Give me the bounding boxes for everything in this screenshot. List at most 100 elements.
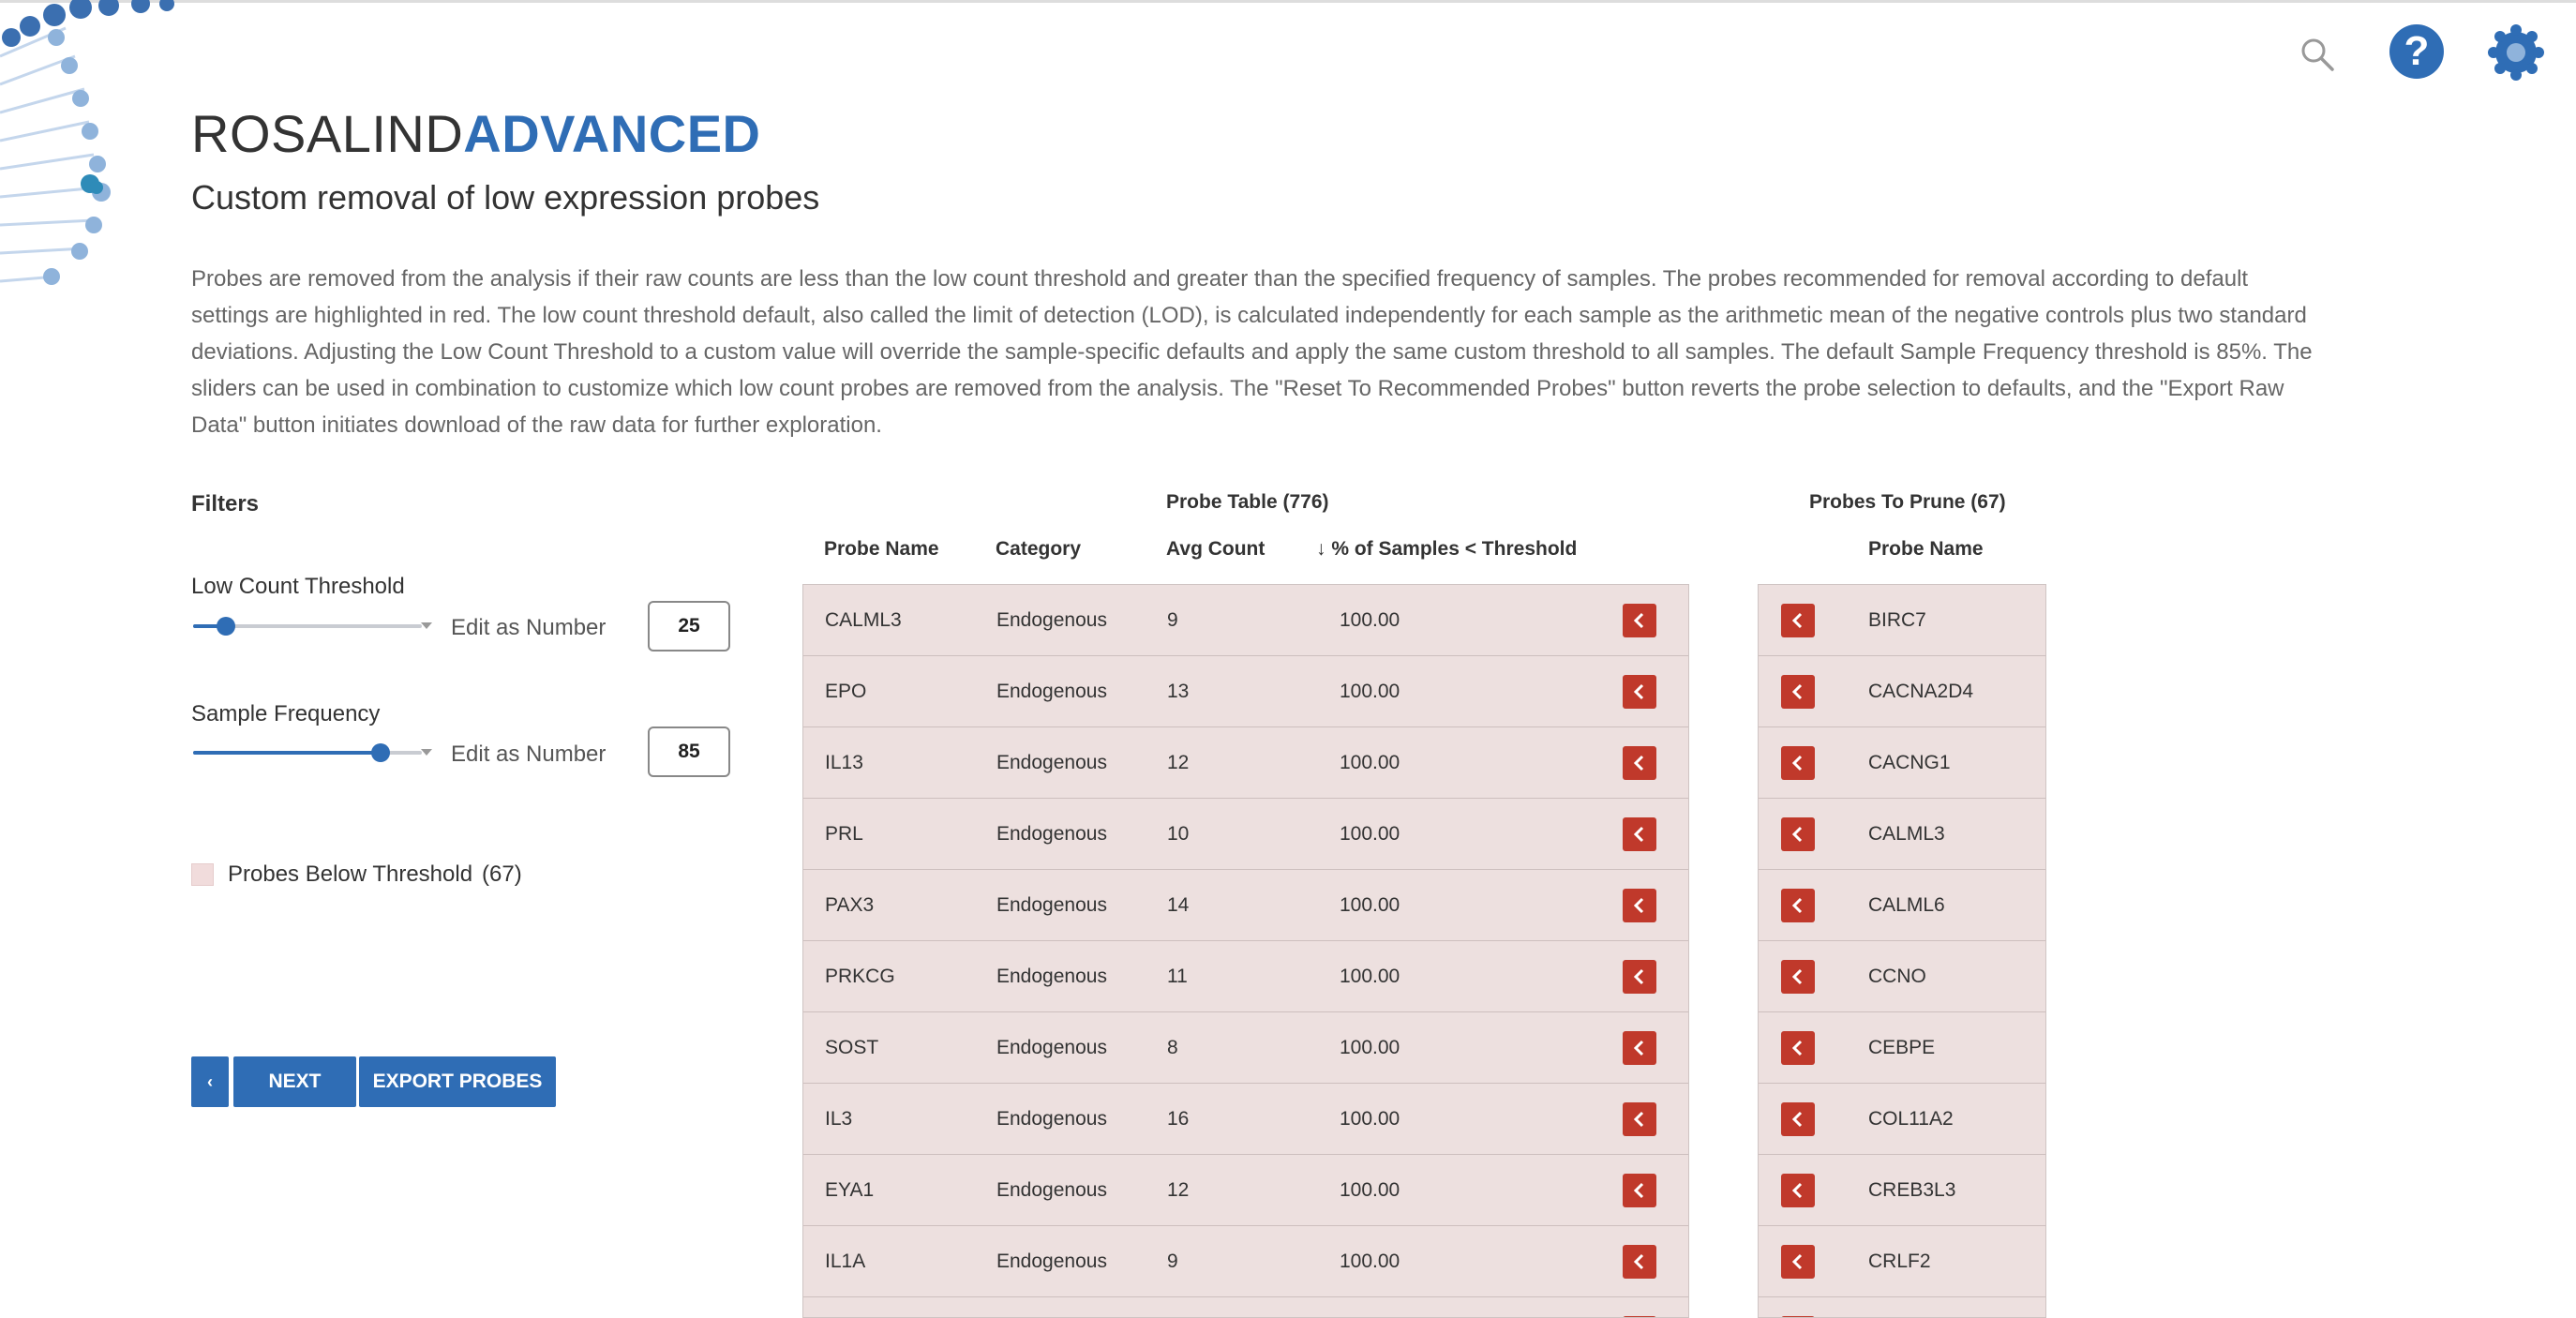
help-icon[interactable]: ? (2389, 24, 2444, 79)
table-row (803, 1297, 1688, 1317)
remove-from-prune-button[interactable] (1781, 1174, 1815, 1207)
export-probes-button[interactable]: EXPORT PROBES (359, 1056, 556, 1107)
probe-table: CALML3 Endogenous 9 100.00 EPO Endogenous 13 10… (802, 584, 1689, 1318)
table-row: IL13 Endogenous 12 100.00 (803, 727, 1688, 799)
prune-list-item: CALML3 (1759, 799, 2045, 870)
chevron-left-icon (1633, 897, 1646, 914)
chevron-left-icon (1791, 1111, 1805, 1128)
chevron-left-icon (1791, 755, 1805, 771)
top-border (0, 0, 2576, 5)
prune-list-item: CCNO (1759, 941, 2045, 1012)
prune-table: BIRC7 CACNA2D4 CACNG1 CALML3 CALML6 CCNO CEBPE… (1758, 584, 2046, 1318)
remove-from-prune-button[interactable] (1781, 1245, 1815, 1279)
slider-thumb[interactable] (217, 617, 236, 636)
legend-count: (67) (482, 861, 522, 887)
table-row: EPO Endogenous 13 100.00 (803, 656, 1688, 727)
remove-from-prune-button[interactable] (1781, 675, 1815, 709)
legend-text: Probes Below Threshold (228, 861, 473, 887)
table-row: CALML3 Endogenous 9 100.00 (803, 585, 1688, 656)
slider-thumb[interactable] (370, 743, 390, 762)
column-header-avg-count[interactable]: Avg Count (1166, 538, 1265, 561)
column-header-category[interactable]: Category (996, 538, 1081, 561)
category-cell: Endogenous (996, 752, 1107, 773)
chevron-left-icon (1633, 683, 1646, 700)
move-to-prune-button[interactable] (1623, 675, 1656, 709)
avg-count-cell: 12 (1167, 752, 1190, 773)
avg-count-cell: 9 (1167, 1251, 1178, 1272)
probe-name-cell: IL3 (825, 1108, 853, 1130)
avg-count-cell: 9 (1167, 609, 1178, 631)
remove-from-prune-button[interactable] (1781, 1031, 1815, 1065)
chevron-left-icon (1791, 1253, 1805, 1270)
move-to-prune-button[interactable] (1623, 1174, 1656, 1207)
gear-icon[interactable] (2488, 24, 2544, 81)
probe-name-cell: PAX3 (825, 894, 875, 916)
remove-from-prune-button[interactable] (1781, 960, 1815, 994)
back-button[interactable]: ‹ (191, 1056, 229, 1107)
chevron-left-icon (1633, 826, 1646, 843)
probe-name-cell: PRL (825, 823, 863, 845)
prune-probe-name: CALML6 (1868, 894, 1945, 916)
page-subtitle: Custom removal of low expression probes (191, 178, 820, 217)
move-to-prune-button[interactable] (1623, 604, 1656, 637)
next-button[interactable]: NEXT (233, 1056, 356, 1107)
probe-name-cell: EPO (825, 681, 867, 702)
avg-count-cell: 13 (1167, 681, 1190, 702)
percent-cell: 100.00 (1340, 681, 1400, 702)
move-to-prune-button[interactable] (1623, 889, 1656, 922)
category-cell: Endogenous (996, 1108, 1107, 1130)
move-to-prune-button[interactable] (1623, 817, 1656, 851)
filters-title: Filters (191, 491, 260, 517)
sample-frequency-edit-label: Edit as Number (451, 741, 607, 767)
remove-from-prune-button[interactable] (1781, 1102, 1815, 1136)
remove-from-prune-button[interactable] (1781, 604, 1815, 637)
avg-count-cell: 8 (1167, 1037, 1178, 1058)
avg-count-cell: 10 (1167, 823, 1190, 845)
percent-cell: 100.00 (1340, 752, 1400, 773)
remove-from-prune-button[interactable] (1781, 889, 1815, 922)
category-cell: Endogenous (996, 1179, 1107, 1201)
app-brand: ROSALINDADVANCED (191, 103, 761, 164)
move-to-prune-button[interactable] (1623, 960, 1656, 994)
category-cell: Endogenous (996, 1037, 1107, 1058)
prune-probe-name: COL11A2 (1868, 1108, 1954, 1130)
sample-frequency-input[interactable]: 85 (648, 726, 730, 777)
column-header-probe-name[interactable]: Probe Name (824, 538, 939, 561)
probe-name-cell: CALML3 (825, 609, 902, 631)
chevron-left-icon (1791, 826, 1805, 843)
sample-frequency-slider[interactable] (193, 743, 432, 762)
table-row: SOST Endogenous 8 100.00 (803, 1012, 1688, 1084)
prune-probe-name: BIRC7 (1868, 609, 1926, 631)
prune-probe-name: CACNG1 (1868, 752, 1951, 773)
column-header-percent-samples[interactable]: ↓ % of Samples < Threshold (1316, 538, 1577, 561)
chevron-down-icon[interactable] (421, 749, 432, 756)
prune-probe-name: CRLF2 (1868, 1251, 1931, 1272)
low-count-threshold-slider[interactable] (193, 617, 432, 636)
move-to-prune-button[interactable] (1623, 1102, 1656, 1136)
low-count-threshold-input[interactable]: 25 (648, 601, 730, 652)
brand-plain: ROSALIND (191, 104, 464, 163)
table-row: PRL Endogenous 10 100.00 (803, 799, 1688, 870)
chevron-down-icon[interactable] (421, 622, 432, 629)
prune-probe-name: CEBPE (1868, 1037, 1936, 1058)
chevron-left-icon (1791, 968, 1805, 985)
dna-helix-icon (0, 0, 174, 285)
move-to-prune-button[interactable] (1623, 1031, 1656, 1065)
remove-from-prune-button[interactable] (1781, 746, 1815, 780)
avg-count-cell: 12 (1167, 1179, 1190, 1201)
column-header-prune-probe-name[interactable]: Probe Name (1868, 538, 1984, 561)
remove-from-prune-button[interactable] (1781, 817, 1815, 851)
chevron-left-icon (1633, 968, 1646, 985)
chevron-left-icon (1791, 683, 1805, 700)
category-cell: Endogenous (996, 966, 1107, 987)
prune-probe-name: CREB3L3 (1868, 1179, 1956, 1201)
brand-bold: ADVANCED (463, 104, 761, 163)
search-icon[interactable] (2295, 32, 2340, 77)
category-cell: Endogenous (996, 894, 1107, 916)
prune-list-item: CRLF2 (1759, 1226, 2045, 1297)
percent-cell: 100.00 (1340, 1179, 1400, 1201)
prune-list-item: CALML6 (1759, 870, 2045, 941)
prune-list-item: CACNA2D4 (1759, 656, 2045, 727)
move-to-prune-button[interactable] (1623, 746, 1656, 780)
move-to-prune-button[interactable] (1623, 1245, 1656, 1279)
